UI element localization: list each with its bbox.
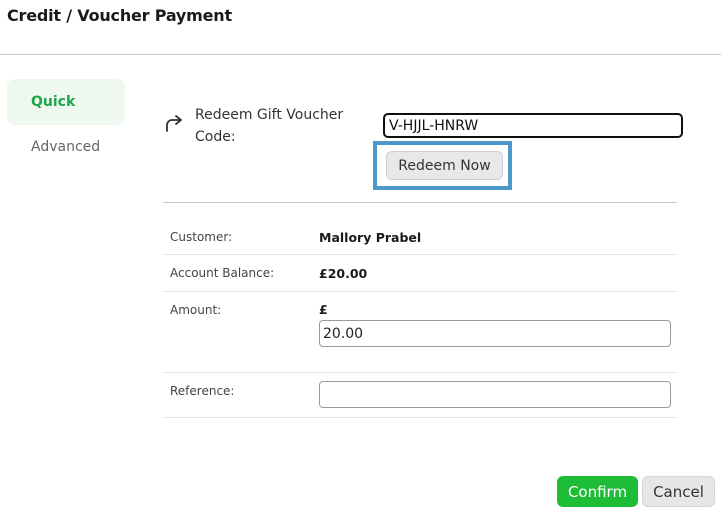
sidebar-item-quick[interactable]: Quick [7,79,125,125]
reference-input[interactable] [319,381,671,408]
redeem-button-highlight: Redeem Now [373,141,512,190]
customer-row: Customer: Mallory Prabel [163,219,677,255]
amount-label: Amount: [170,303,222,317]
account-balance-row: Account Balance: £20.00 [163,255,677,292]
section-divider [163,202,677,203]
voucher-code-input[interactable] [383,113,683,138]
amount-input[interactable] [319,320,671,347]
dialog-header: Credit / Voucher Payment [0,0,721,55]
redirect-arrow-icon [166,115,182,132]
reference-label: Reference: [170,384,235,398]
account-balance-value: £20.00 [319,266,368,281]
sidebar: Quick Advanced [7,79,125,167]
sidebar-item-advanced[interactable]: Advanced [7,127,125,167]
redeem-voucher-label: Redeem Gift Voucher Code: [195,107,344,145]
account-balance-label: Account Balance: [170,266,275,280]
currency-symbol: £ [319,302,328,317]
customer-value: Mallory Prabel [319,230,422,245]
customer-label: Customer: [170,230,233,244]
cancel-button[interactable]: Cancel [642,476,715,507]
payment-details: Customer: Mallory Prabel Account Balance… [163,219,677,418]
confirm-button[interactable]: Confirm [557,476,638,507]
reference-row: Reference: [163,373,677,418]
redeem-now-button[interactable]: Redeem Now [386,151,503,180]
page-title: Credit / Voucher Payment [7,6,232,25]
amount-row: Amount: £ [163,292,677,373]
